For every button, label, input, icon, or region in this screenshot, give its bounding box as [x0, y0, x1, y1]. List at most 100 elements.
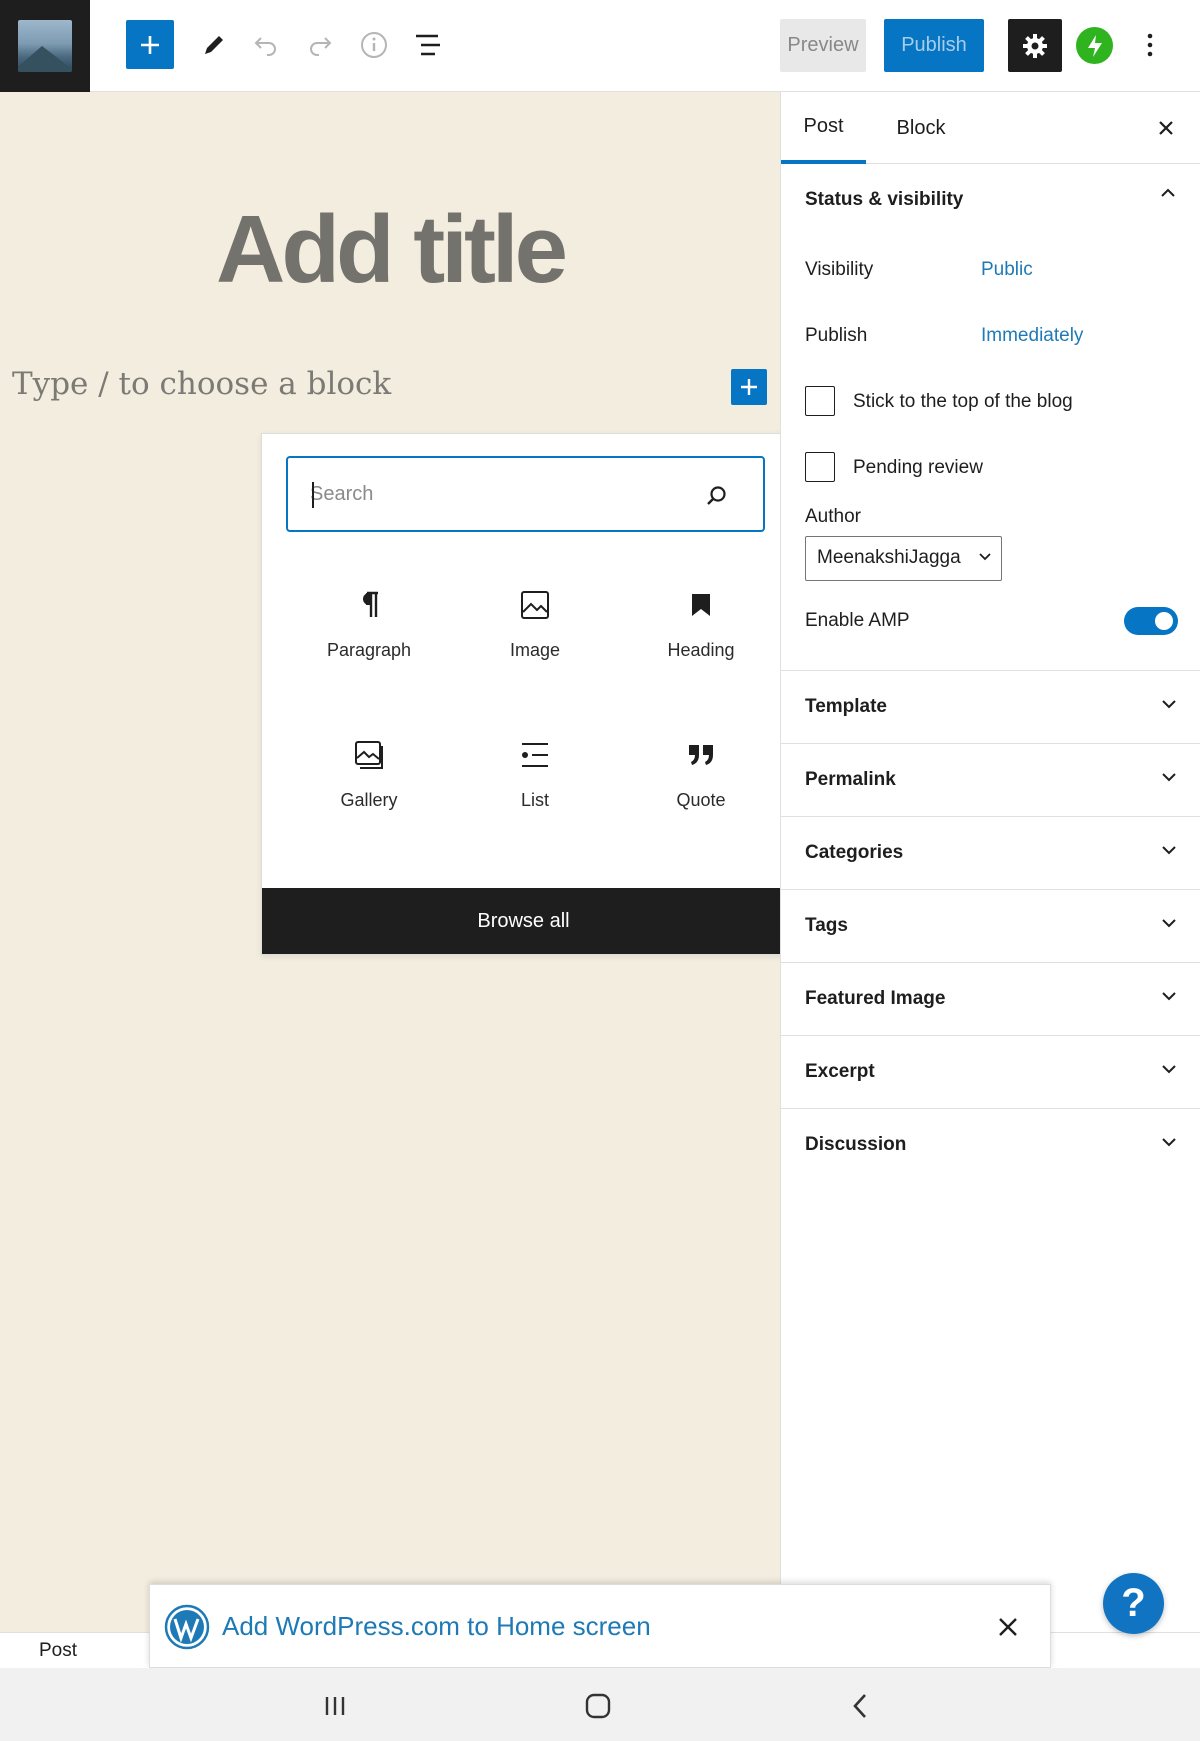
block-item-gallery[interactable]: Gallery [286, 734, 452, 854]
preview-button[interactable]: Preview [780, 19, 866, 72]
paragraph-icon [352, 588, 386, 622]
visibility-value-link[interactable]: Public [981, 259, 1033, 281]
panel-title: Tags [805, 915, 848, 936]
block-item-label: Image [509, 640, 561, 660]
more-options-button[interactable] [1126, 21, 1174, 69]
close-sidebar-button[interactable] [1143, 105, 1189, 151]
plus-icon [141, 35, 159, 54]
enable-amp-toggle[interactable] [1124, 607, 1178, 635]
jetpack-button[interactable] [1076, 27, 1113, 64]
text-cursor [312, 482, 314, 508]
help-button[interactable]: ? [1103, 1573, 1164, 1634]
editor-toolbar: Preview Publish [0, 0, 1200, 92]
status-visibility-toggle[interactable]: Status & visibility [805, 189, 963, 211]
block-item-heading[interactable]: Heading [618, 584, 784, 704]
chevron-down-icon [1162, 846, 1176, 855]
publish-button[interactable]: Publish [884, 19, 984, 72]
chevron-up-icon[interactable] [1160, 188, 1176, 198]
chevron-down-icon [1162, 919, 1176, 928]
image-icon [518, 588, 552, 622]
panel-title: Categories [805, 842, 904, 863]
block-item-label: Quote [676, 790, 726, 810]
panel-tags[interactable]: Tags [781, 889, 1200, 962]
list-view-icon [416, 34, 440, 56]
publish-date-link[interactable]: Immediately [981, 325, 1083, 347]
block-item-image[interactable]: Image [452, 584, 618, 704]
android-navigation-bar [0, 1668, 1200, 1741]
panel-title: Template [805, 696, 888, 717]
settings-button[interactable] [1008, 19, 1062, 72]
panel-template[interactable]: Template [781, 670, 1200, 743]
sidebar-tabs: Post Block [781, 92, 1200, 164]
plus-icon [741, 379, 757, 395]
block-item-label: Heading [667, 640, 735, 660]
enable-amp-label: Enable AMP [805, 610, 910, 631]
tools-button[interactable] [190, 21, 238, 69]
add-block-button[interactable] [126, 20, 174, 69]
wordpress-logo-icon [164, 1604, 210, 1650]
banner-text[interactable]: Add WordPress.com to Home screen [222, 1611, 651, 1642]
post-title-placeholder[interactable]: Add title [0, 195, 780, 305]
panel-categories[interactable]: Categories [781, 816, 1200, 889]
tab-block[interactable]: Block [876, 92, 966, 164]
details-button[interactable] [350, 21, 398, 69]
close-icon [1159, 121, 1173, 135]
sticky-checkbox[interactable] [805, 386, 835, 416]
search-icon [707, 486, 726, 505]
chevron-down-icon [1162, 1138, 1176, 1147]
vertical-ellipsis-icon [1147, 33, 1153, 57]
panel-discussion[interactable]: Discussion [781, 1108, 1200, 1181]
inline-add-block-button[interactable] [731, 369, 767, 405]
panel-permalink[interactable]: Permalink [781, 743, 1200, 816]
visibility-label: Visibility [805, 259, 874, 280]
recent-apps-icon [325, 1697, 345, 1715]
author-label: Author [805, 506, 861, 527]
list-icon [518, 738, 552, 772]
jetpack-bolt-icon [1087, 34, 1102, 57]
undo-button[interactable] [242, 21, 290, 69]
back-button[interactable] [838, 1684, 882, 1728]
pending-review-checkbox[interactable] [805, 452, 835, 482]
block-search-input[interactable] [310, 476, 690, 512]
add-to-home-screen-banner[interactable]: Add WordPress.com to Home screen [149, 1584, 1051, 1668]
block-item-list[interactable]: List [452, 734, 618, 854]
site-icon-button[interactable] [0, 0, 90, 92]
author-selected-value: MeenakshiJagga [817, 547, 961, 568]
block-inserter-popover: Paragraph Image Heading Gallery List [261, 433, 786, 955]
panel-title: Excerpt [805, 1061, 875, 1082]
gallery-icon [352, 738, 386, 772]
pencil-icon [205, 36, 223, 54]
redo-icon [310, 37, 332, 56]
block-search-field[interactable] [286, 456, 765, 532]
panel-title: Featured Image [805, 988, 946, 1009]
block-item-paragraph[interactable]: Paragraph [286, 584, 452, 704]
chevron-down-icon [1162, 1065, 1176, 1074]
redo-button[interactable] [296, 21, 344, 69]
recent-apps-button[interactable] [313, 1684, 357, 1728]
banner-close-button[interactable] [988, 1607, 1028, 1647]
panel-excerpt[interactable]: Excerpt [781, 1035, 1200, 1108]
author-select[interactable]: MeenakshiJagga [805, 536, 1002, 581]
close-icon [999, 1618, 1017, 1636]
list-view-button[interactable] [404, 21, 452, 69]
block-appender-placeholder[interactable]: Type / to choose a block [12, 366, 391, 402]
quote-icon [684, 738, 718, 772]
publish-label: Publish [805, 325, 868, 346]
panel-featured-image[interactable]: Featured Image [781, 962, 1200, 1035]
chevron-down-icon [1162, 773, 1176, 782]
heading-bookmark-icon [684, 588, 718, 622]
chevron-down-icon [1162, 700, 1176, 709]
home-icon [585, 1693, 611, 1719]
back-icon [853, 1694, 866, 1718]
browse-all-button[interactable]: Browse all [262, 888, 785, 954]
home-button[interactable] [576, 1684, 620, 1728]
gear-icon [1023, 33, 1047, 58]
settings-sidebar: Post Block Status & visibility Visibilit… [780, 92, 1200, 1632]
chevron-down-icon [1162, 992, 1176, 1001]
toggle-knob [1155, 612, 1173, 630]
breadcrumb-post[interactable]: Post [39, 1640, 77, 1662]
block-item-label: Gallery [340, 790, 398, 810]
tab-post[interactable]: Post [781, 92, 866, 164]
block-item-quote[interactable]: Quote [618, 734, 784, 854]
block-item-label: Paragraph [326, 640, 412, 660]
